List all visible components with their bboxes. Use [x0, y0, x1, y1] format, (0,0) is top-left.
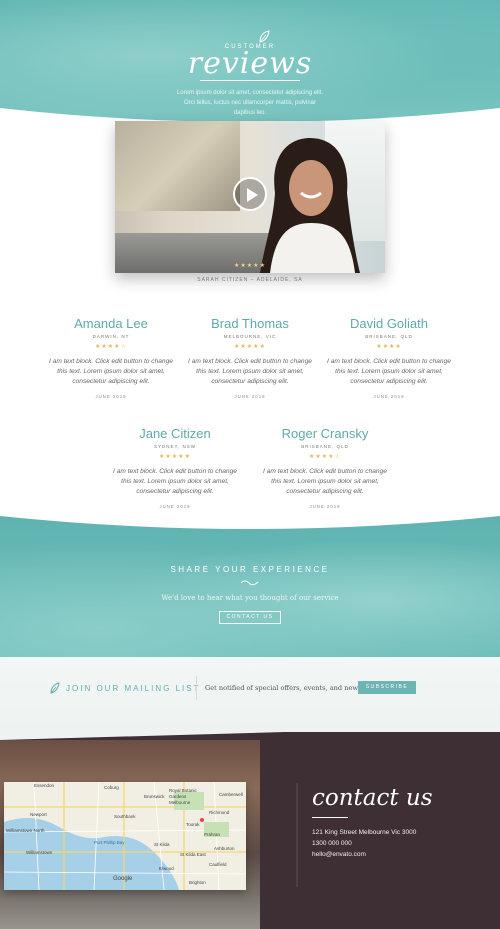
video-caption: SARAH CITIZEN – ADELAIDE, SA — [197, 277, 303, 283]
review-date: JUNE 2019 — [373, 394, 405, 399]
play-icon — [247, 188, 258, 202]
reviewer-location: DARWIN, NT — [92, 334, 130, 339]
review-text: I am text block. Click edit button to ch… — [188, 358, 312, 385]
map-label: Brunswick — [144, 794, 165, 799]
testimonial-video[interactable]: ★★★★★ — [115, 121, 385, 273]
reviewer-name: Brad Thomas — [211, 316, 289, 331]
map-label: Richmond — [209, 810, 230, 815]
subscribe-button[interactable]: SUBSCRIBE — [358, 681, 416, 694]
review-text: I am text block. Click edit button to ch… — [113, 468, 237, 495]
share-curve — [0, 508, 500, 529]
share-title: SHARE YOUR EXPERIENCE — [170, 565, 330, 574]
map-label: Essendon — [34, 783, 55, 788]
review-text: I am text block. Click edit button to ch… — [263, 468, 387, 495]
contact-email[interactable]: hello@envato.com — [312, 851, 366, 858]
reviewer-location: BRISBANE, QLD — [365, 334, 413, 339]
video-wall-art — [115, 121, 240, 211]
contact-underline — [312, 817, 348, 818]
map-label: Brighton — [189, 880, 206, 885]
play-button[interactable] — [233, 177, 267, 211]
hero-underline — [200, 80, 300, 81]
map-label: Port Phillip Bay — [94, 840, 125, 845]
star-rating: ★★★★ — [376, 344, 402, 350]
leaf-icon — [259, 30, 270, 43]
section-slope — [0, 722, 500, 740]
reviewer-name: Jane Citizen — [139, 426, 211, 441]
map-label: Southbank — [114, 814, 136, 819]
star-rating: ★★★★★ — [234, 344, 266, 350]
reviewer-location: SYDNEY, NSW — [154, 444, 196, 449]
leaf-icon — [50, 682, 60, 694]
reviewer-name: David Goliath — [349, 316, 429, 331]
map-label: St Kilda — [154, 842, 170, 847]
review-card: Amanda Lee DARWIN, NT ★★★★☆ I am text bl… — [46, 316, 176, 399]
star-rating: ★★★★☆ — [309, 454, 341, 460]
reviewer-location: BRISBANE, QLD — [301, 444, 349, 449]
page: CUSTOMER reviews Lorem ipsum dolor sit a… — [0, 0, 500, 929]
location-map[interactable]: Essendon Coburg Brunswick Newport Willia… — [4, 782, 246, 890]
map-label: Toorak — [186, 822, 200, 827]
review-card: David Goliath BRISBANE, QLD ★★★★ I am te… — [324, 316, 454, 399]
review-text: I am text block. Click edit button to ch… — [327, 358, 451, 385]
map-label: Ashburton — [214, 846, 235, 851]
star-rating: ★★★★☆ — [95, 344, 127, 350]
map-label: Newport — [30, 812, 47, 817]
mailing-section — [0, 657, 500, 732]
review-date: JUNE 2019 — [234, 394, 266, 399]
reviewer-name: Roger Cransky — [281, 426, 369, 441]
reviewer-name: Amanda Lee — [74, 316, 148, 331]
map-label: Elwood — [159, 866, 174, 871]
review-card: Jane Citizen SYDNEY, NSW ★★★★★ I am text… — [110, 426, 240, 509]
mailing-divider — [196, 676, 197, 700]
reviewer-location: MELBOURNE, VIC — [223, 334, 277, 339]
map-label: Prahran — [204, 832, 221, 837]
map-label: St Kilda East — [180, 852, 206, 857]
contact-phone[interactable]: 1300 000 000 — [312, 840, 352, 847]
google-logo: Google — [113, 876, 133, 882]
map-label: Williamstown North — [6, 828, 45, 833]
contact-us-button[interactable]: CONTACT US — [219, 611, 281, 624]
mailing-title: JOIN OUR MAILING LIST — [66, 684, 201, 693]
video-stars: ★★★★★ — [234, 263, 266, 269]
map-label: Coburg — [104, 785, 119, 790]
review-date: JUNE 2019 — [95, 394, 127, 399]
contact-title: contact us — [312, 785, 433, 811]
video-person — [260, 138, 360, 273]
review-text: I am text block. Click edit button to ch… — [49, 358, 173, 385]
star-rating: ★★★★★ — [159, 454, 191, 460]
mailing-text: Get notified of special offers, events, … — [205, 684, 362, 692]
contact-card-edge — [296, 783, 298, 887]
map-label: Camberwell — [219, 792, 243, 797]
squiggle-icon — [240, 580, 259, 586]
map-label: Williamstown — [26, 850, 53, 855]
map-label: Caulfield — [209, 862, 227, 867]
hero-description: Lorem ipsum dolor sit amet, consectetur … — [176, 90, 324, 116]
share-text: We'd love to hear what you thought of ou… — [161, 594, 339, 602]
hero-title: reviews — [187, 46, 313, 81]
review-card: Brad Thomas MELBOURNE, VIC ★★★★★ I am te… — [185, 316, 315, 399]
map-label: Royal Botanic Gardens Melbourne — [169, 788, 197, 805]
review-card: Roger Cransky BRISBANE, QLD ★★★★☆ I am t… — [260, 426, 390, 509]
contact-address: 121 King Street Melbourne Vic 3000 — [312, 829, 417, 836]
